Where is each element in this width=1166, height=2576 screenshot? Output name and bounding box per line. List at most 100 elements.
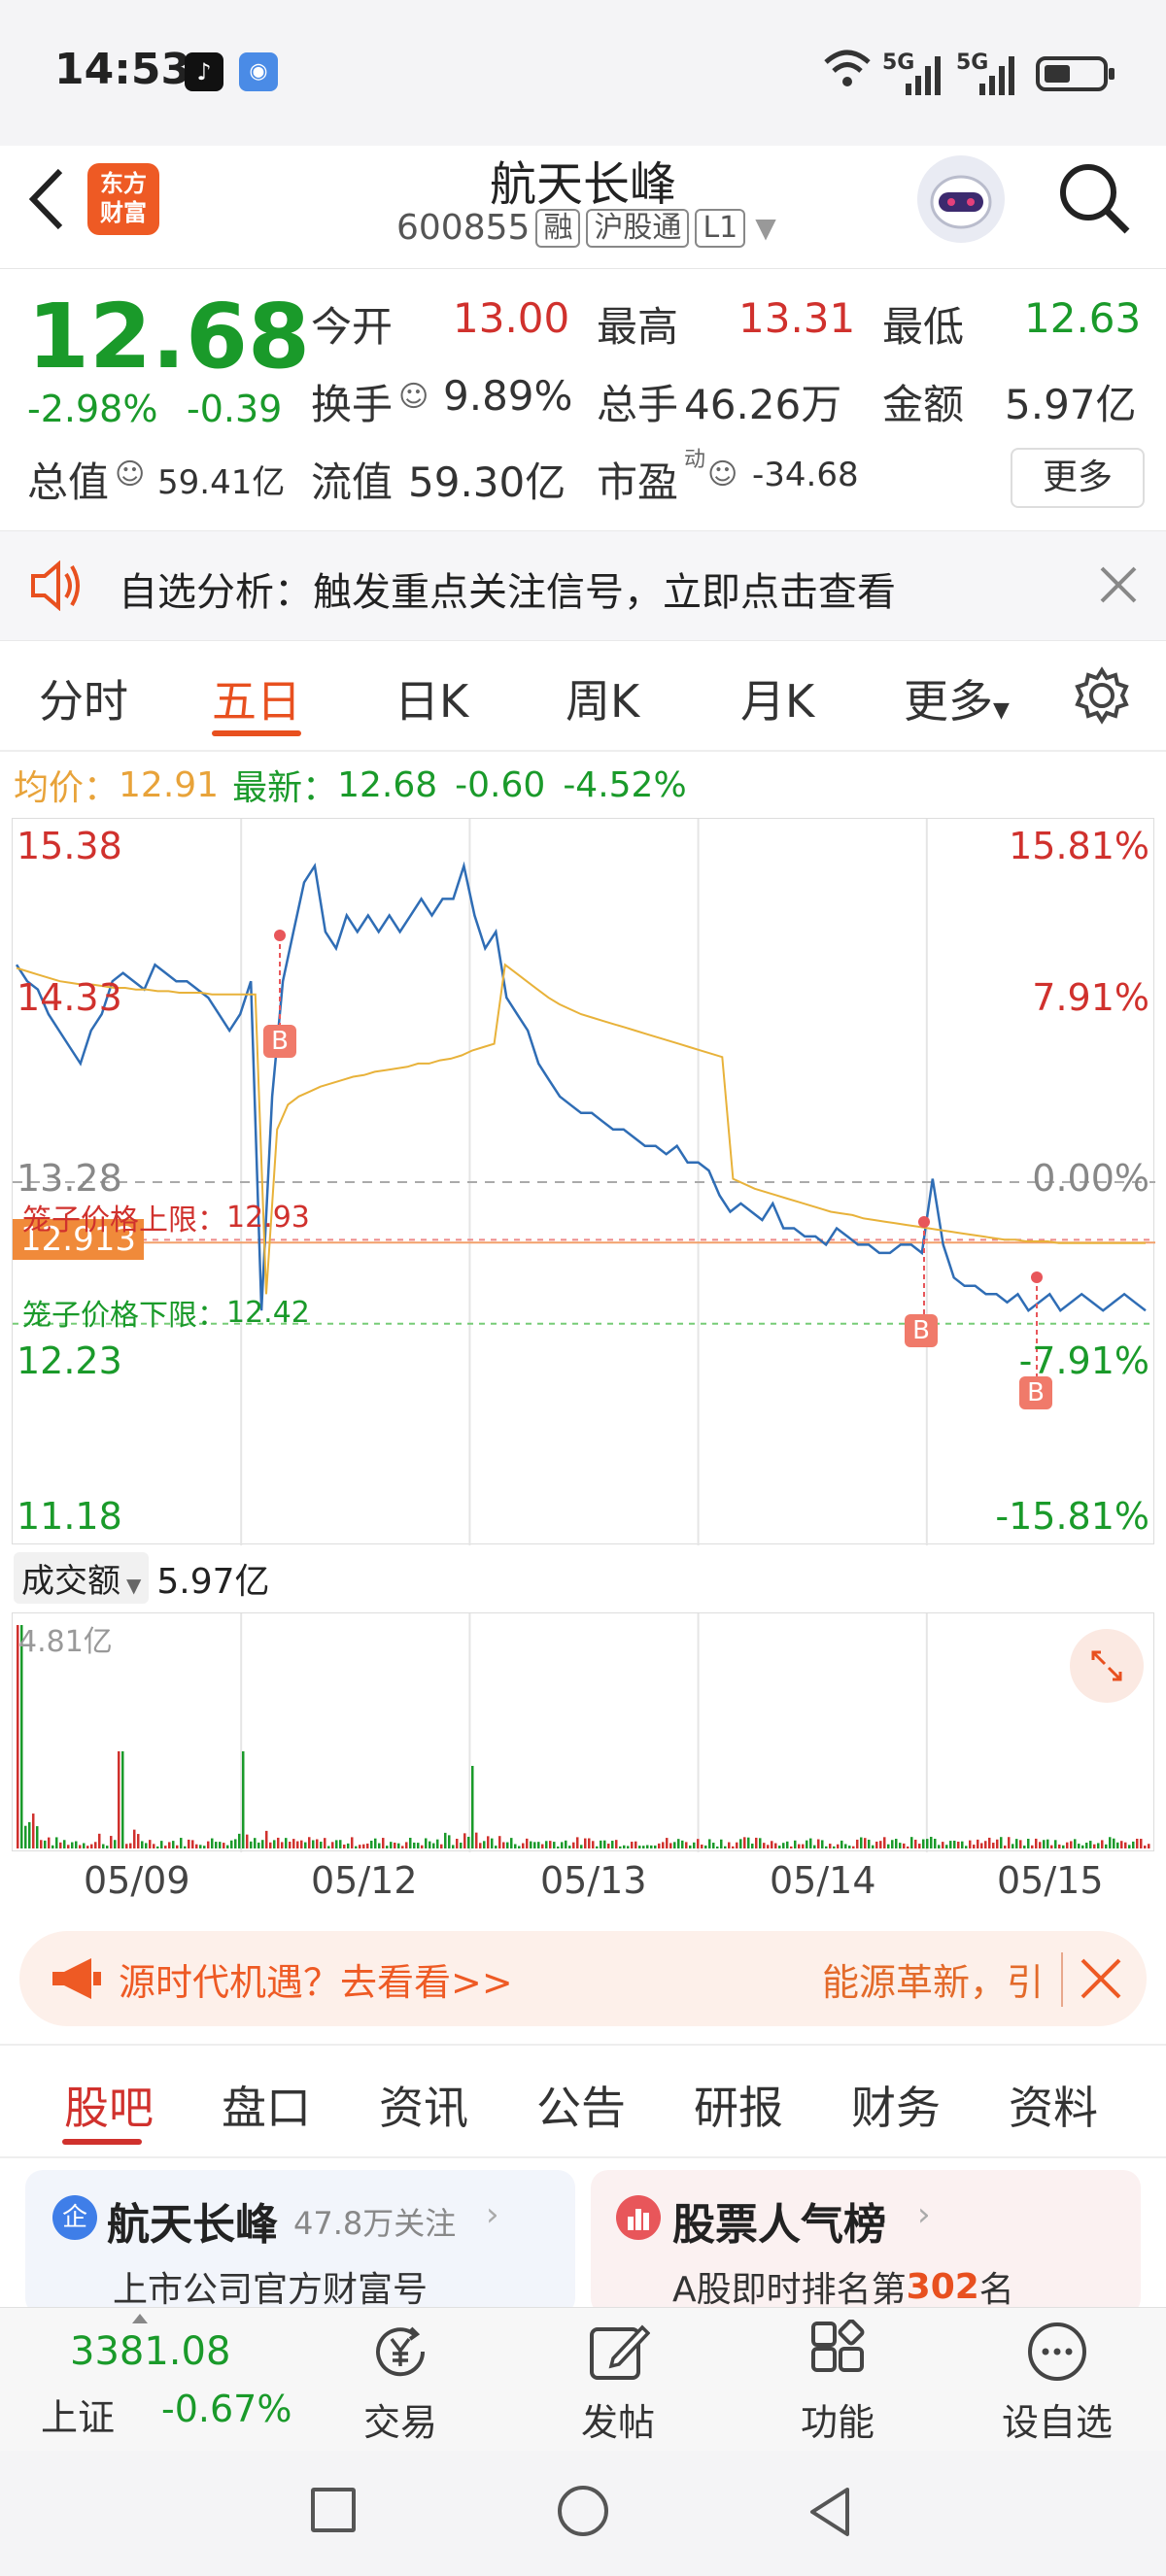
- price-chart[interactable]: 15.38 14.33 13.28 12.23 11.18 15.81% 7.9…: [12, 818, 1155, 1545]
- search-button[interactable]: [1055, 159, 1133, 241]
- close-ad-button[interactable]: [1079, 1956, 1123, 2005]
- volume-bar: [1066, 1842, 1069, 1848]
- volume-bar: [860, 1837, 863, 1848]
- volume-bar: [907, 1846, 909, 1848]
- volume-bar: [444, 1832, 447, 1848]
- volume-bar: [887, 1844, 890, 1848]
- volume-bar: [837, 1844, 840, 1848]
- buy-marker[interactable]: B: [263, 1025, 296, 1058]
- chart-settings-button[interactable]: [1073, 666, 1131, 729]
- volume-bar: [355, 1846, 358, 1848]
- index-ticker[interactable]: 3381.08 上证 -0.67%: [0, 2308, 292, 2452]
- volume-bar: [79, 1845, 82, 1848]
- volume-bar: [864, 1838, 867, 1848]
- volume-bar: [576, 1837, 579, 1848]
- volume-bar: [778, 1846, 781, 1848]
- lower-limit-label: 笼子价格下限：: [22, 1299, 226, 1333]
- close-alert-button[interactable]: [1098, 564, 1139, 609]
- left-tick-3: 12.23: [17, 1339, 122, 1382]
- tab-news[interactable]: 资讯: [379, 2073, 468, 2137]
- volume-bar: [145, 1843, 148, 1848]
- nav-post-label: 发帖: [580, 2401, 655, 2444]
- tab-weekly-k[interactable]: 周K: [566, 666, 639, 730]
- expand-button[interactable]: [1070, 1629, 1144, 1703]
- last-price: 12.68: [27, 285, 311, 389]
- volume-bar: [704, 1845, 707, 1848]
- volume-bar: [545, 1841, 548, 1848]
- pe-label: 市盈: [597, 458, 679, 506]
- open-label: 今开: [311, 303, 394, 351]
- company-account-card[interactable]: 企 航天长峰 47.8万关注 › 上市公司官方财富号: [25, 2170, 575, 2316]
- volume-bar: [506, 1842, 509, 1848]
- volume-bar: [265, 1830, 268, 1848]
- left-tick-4: 11.18: [17, 1495, 122, 1538]
- tab-financials[interactable]: 财务: [851, 2073, 941, 2137]
- volume-bar: [390, 1842, 393, 1848]
- popularity-rank-row: A股即时排名第 302 名: [672, 2261, 1014, 2312]
- volume-bar: [1008, 1837, 1011, 1848]
- volume-bar: [1023, 1846, 1026, 1848]
- tab-research[interactable]: 研报: [694, 2073, 783, 2137]
- battery-icon: [1036, 54, 1117, 97]
- alert-banner[interactable]: 自选分析：触发重点关注信号，立即点击查看: [0, 530, 1166, 641]
- back-nav-button[interactable]: [806, 2486, 853, 2542]
- volume-bar: [514, 1844, 517, 1848]
- tab-more[interactable]: 更多▼: [904, 666, 1010, 730]
- upper-limit-row: 笼子价格上限： 12.93: [22, 1196, 310, 1238]
- index-name: 上证: [41, 2396, 116, 2439]
- volume-bar: [168, 1842, 171, 1848]
- right-tick-4: -15.81%: [995, 1495, 1149, 1538]
- robot-assistant-icon[interactable]: [917, 155, 1005, 243]
- tab-five-day[interactable]: 五日: [212, 666, 301, 730]
- volume-bar: [984, 1841, 987, 1848]
- buy-marker-label: B: [1019, 1376, 1052, 1409]
- tab-intraday[interactable]: 分时: [39, 666, 128, 730]
- recent-apps-button[interactable]: [311, 2488, 356, 2532]
- volume-selector[interactable]: 成交额 ▼: [14, 1552, 150, 1604]
- info-icon[interactable]: ☺: [115, 458, 145, 491]
- gear-icon: [1075, 666, 1129, 725]
- nav-add-watchlist[interactable]: 设自选: [991, 2320, 1123, 2446]
- avg-value: 12.91: [119, 764, 220, 805]
- tab-announcements[interactable]: 公告: [536, 2073, 626, 2137]
- volume-bar: [211, 1838, 214, 1848]
- nav-trade[interactable]: 交易: [346, 2320, 455, 2446]
- tab-profile[interactable]: 资料: [1009, 2073, 1098, 2137]
- volume-bar: [662, 1842, 665, 1848]
- tab-daily-k[interactable]: 日K: [394, 666, 468, 730]
- volume-bar: [739, 1839, 742, 1848]
- tab-orderbook[interactable]: 盘口: [222, 2073, 311, 2137]
- tab-monthly-k[interactable]: 月K: [740, 666, 814, 730]
- volume-bar: [397, 1843, 400, 1848]
- more-button[interactable]: 更多: [1011, 448, 1145, 508]
- volume-bar: [257, 1842, 260, 1848]
- buy-marker[interactable]: B: [905, 1314, 938, 1347]
- tab-forum[interactable]: 股吧: [64, 2073, 154, 2137]
- triangle-back-icon: [810, 2488, 849, 2536]
- info-icon[interactable]: ☺: [707, 458, 737, 491]
- volume-total: 5.97亿: [156, 1561, 270, 1602]
- nav-functions[interactable]: 功能: [783, 2319, 892, 2446]
- turnover-value: 9.89%: [443, 372, 573, 420]
- ad-banner[interactable]: 源时代机遇？去看看>> 能源革新，引: [19, 1931, 1147, 2026]
- info-icon[interactable]: ☺: [398, 380, 429, 414]
- volume-bar: [308, 1837, 311, 1848]
- popularity-card[interactable]: 股票人气榜 › A股即时排名第 302 名: [591, 2170, 1141, 2316]
- volume-bar: [463, 1833, 466, 1848]
- low-value: 12.63: [1024, 294, 1142, 342]
- stock-code-row[interactable]: 600855 融 沪股通 L1 ▼: [396, 208, 776, 248]
- buy-marker[interactable]: B: [1019, 1376, 1052, 1409]
- volume-bar: [156, 1846, 159, 1848]
- volume-bar: [825, 1846, 828, 1848]
- home-button[interactable]: [558, 2486, 608, 2536]
- lower-limit-value: 12.42: [226, 1295, 310, 1330]
- nav-post[interactable]: 发帖: [564, 2320, 672, 2446]
- volume-bar: [83, 1843, 86, 1848]
- volume-chart[interactable]: 4.81亿: [12, 1612, 1154, 1852]
- volume-bar: [180, 1838, 183, 1848]
- turnover-label: 换手: [311, 381, 394, 428]
- volume-bar: [339, 1840, 342, 1848]
- volume-bar: [1089, 1841, 1092, 1848]
- volume-bar: [316, 1839, 319, 1848]
- volume-bar: [868, 1839, 871, 1848]
